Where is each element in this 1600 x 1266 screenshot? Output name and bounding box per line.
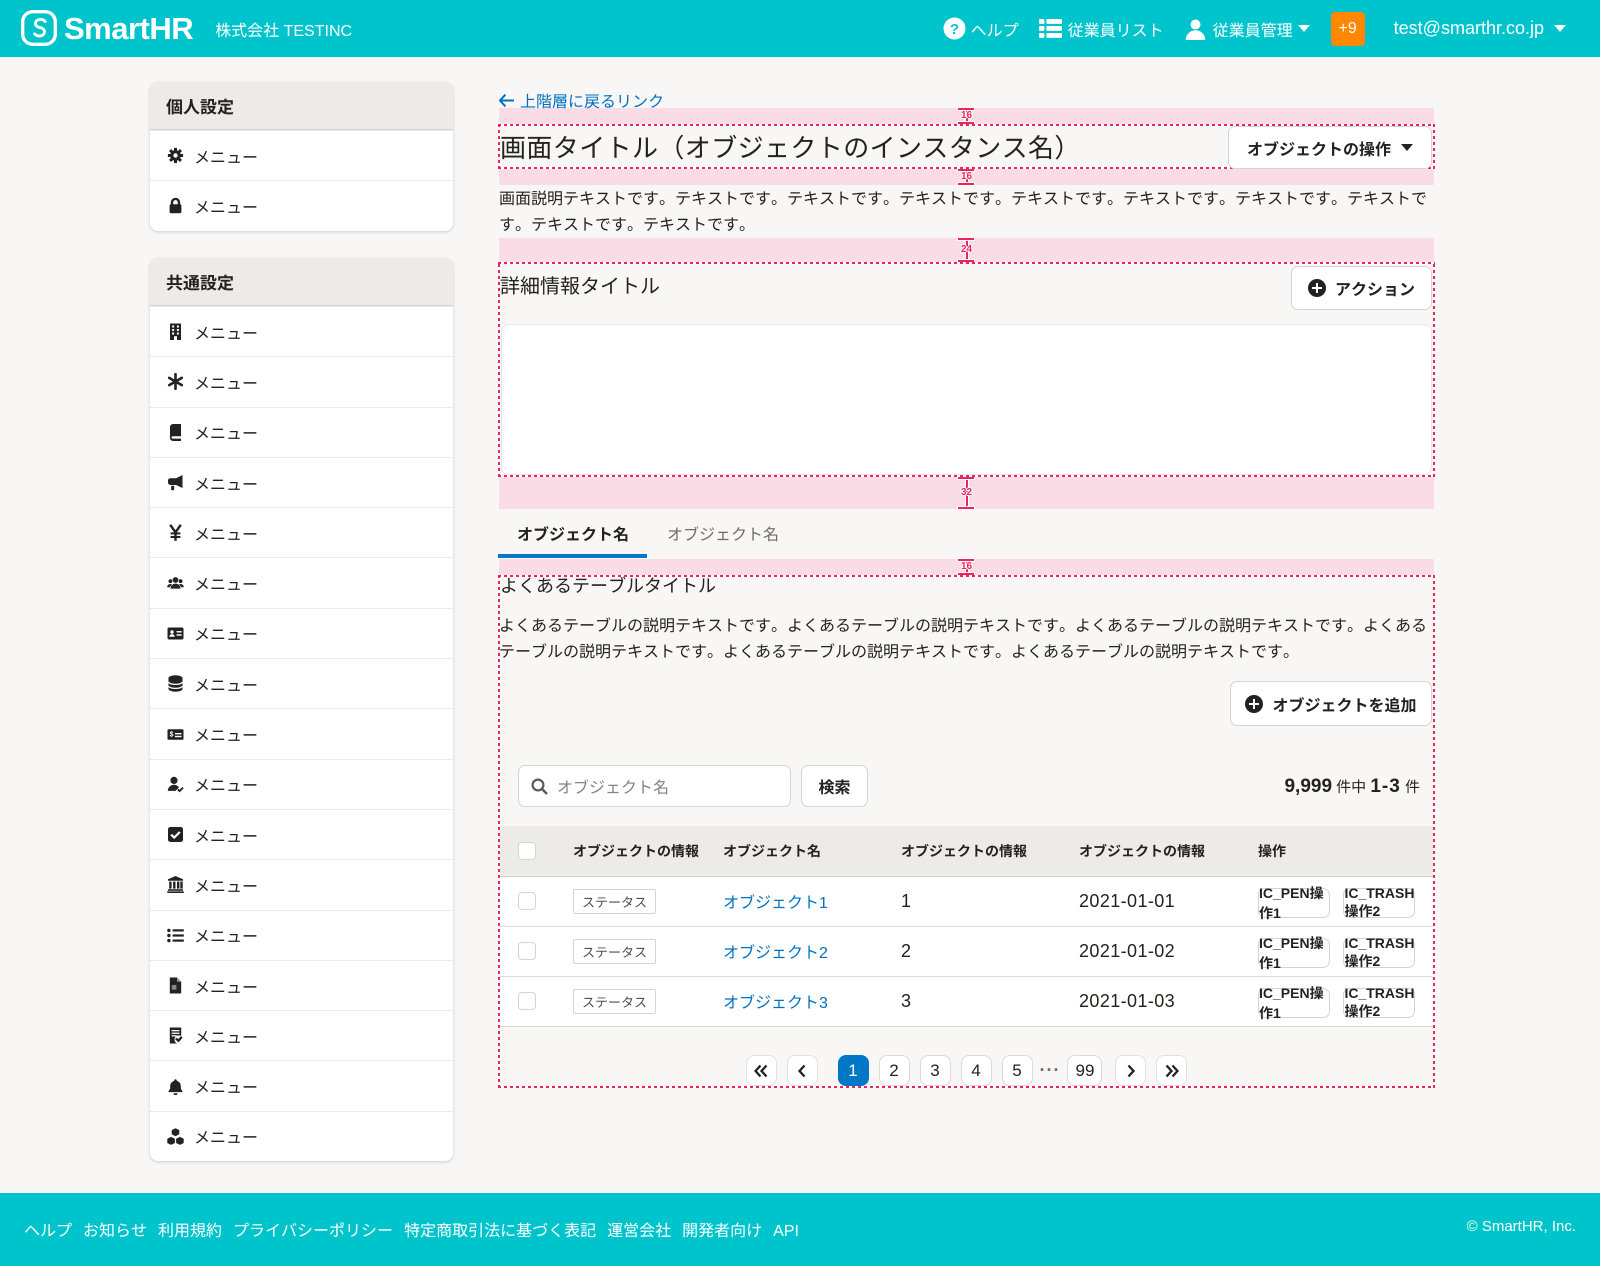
svg-text:?: ? [950, 21, 959, 38]
svg-text:$: $ [170, 731, 174, 738]
